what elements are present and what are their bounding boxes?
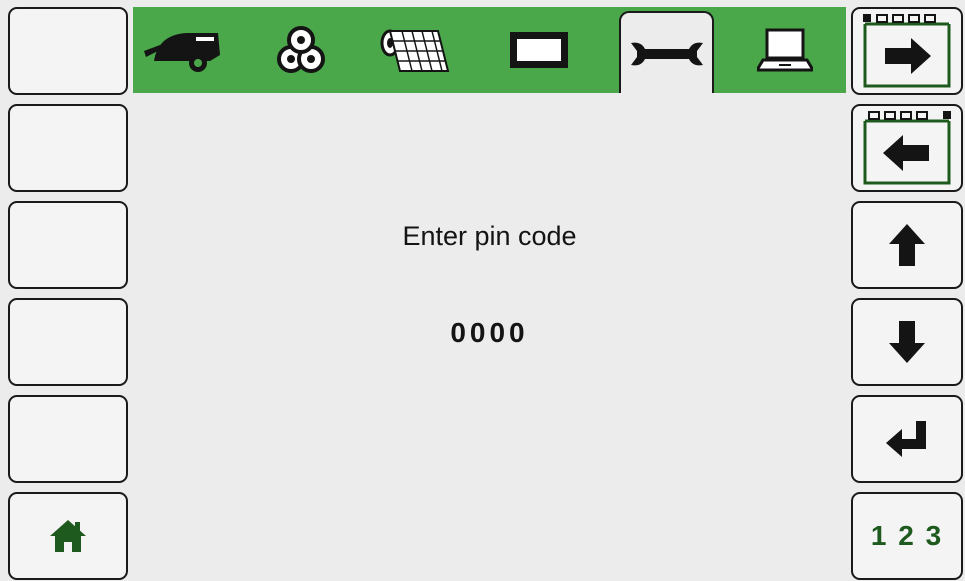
tab-display[interactable] <box>491 7 586 93</box>
home-icon <box>48 518 88 554</box>
left-softkey-1[interactable] <box>8 7 128 95</box>
left-softkey-5[interactable] <box>8 395 128 483</box>
tab-bar <box>133 7 846 95</box>
tab-settings[interactable] <box>619 11 714 95</box>
tab-bales[interactable] <box>253 7 348 93</box>
pin-code-panel: Enter pin code 0000 <box>133 93 846 581</box>
numeric-keypad-label: 1 2 3 <box>870 520 944 551</box>
scroll-up-button[interactable] <box>851 201 963 289</box>
left-softkey-4[interactable] <box>8 298 128 386</box>
scroll-down-button[interactable] <box>851 298 963 386</box>
prev-page-arrow-left-icon <box>859 109 955 187</box>
bale-rolls-icon <box>273 25 329 75</box>
tab-net-wrap[interactable] <box>370 7 465 93</box>
home-button[interactable] <box>8 492 128 580</box>
tab-computer[interactable] <box>737 7 832 93</box>
arrow-down-icon <box>887 319 927 365</box>
previous-page-button[interactable] <box>851 104 963 192</box>
enter-return-icon <box>884 419 930 459</box>
left-softkey-2[interactable] <box>8 104 128 192</box>
enter-button[interactable] <box>851 395 963 483</box>
pin-code-input[interactable]: 0000 <box>133 317 846 349</box>
left-softkey-3[interactable] <box>8 201 128 289</box>
pin-prompt-label: Enter pin code <box>402 221 577 251</box>
next-page-arrow-right-icon <box>859 12 955 90</box>
tab-baler[interactable] <box>135 7 230 93</box>
arrow-up-icon <box>887 222 927 268</box>
wrench-icon <box>627 39 707 69</box>
net-wrap-icon <box>378 25 458 75</box>
next-page-button[interactable] <box>851 7 963 95</box>
display-screen-icon <box>508 28 570 72</box>
baler-machine-icon <box>140 25 226 75</box>
laptop-icon <box>756 28 813 72</box>
numeric-keypad-button[interactable]: 1 2 3 <box>851 492 963 580</box>
